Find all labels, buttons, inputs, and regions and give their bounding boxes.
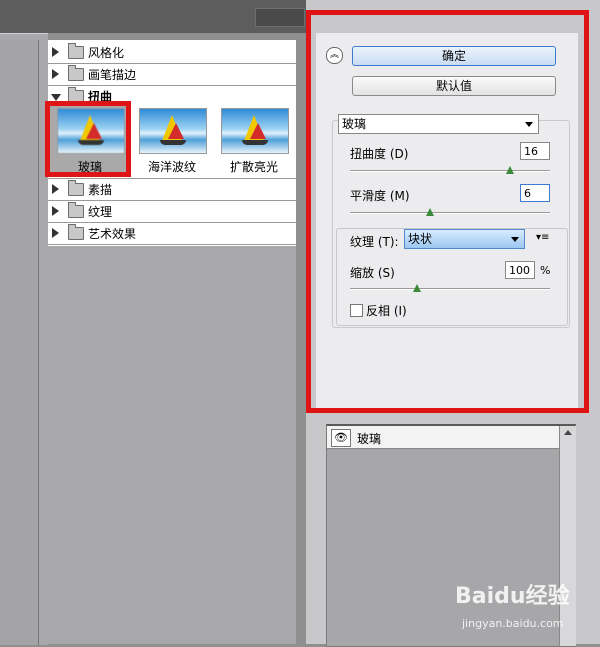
- folder-icon: [68, 202, 84, 218]
- expand-arrow-icon[interactable]: [52, 47, 59, 57]
- folder-icon: [68, 65, 84, 81]
- category-label: 纹理: [88, 205, 113, 219]
- preview-area: [0, 33, 48, 645]
- category-brush-strokes[interactable]: 画笔描边: [48, 64, 296, 86]
- expand-arrow-icon[interactable]: [52, 206, 59, 216]
- category-label: 风格化: [88, 46, 125, 60]
- thumbnail-label: 海洋波纹: [147, 160, 196, 174]
- preview-canvas: [0, 40, 39, 645]
- expand-arrow-icon[interactable]: [52, 69, 59, 79]
- category-label: 画笔描边: [88, 68, 137, 82]
- category-label: 素描: [88, 183, 113, 197]
- category-stylize[interactable]: 风格化: [48, 42, 296, 64]
- effect-layer-label: 玻璃: [357, 432, 382, 446]
- watermark-url: jingyan.baidu.com: [462, 617, 564, 630]
- category-texture[interactable]: 纹理: [48, 201, 296, 223]
- category-artistic[interactable]: 艺术效果: [48, 223, 296, 245]
- scroll-up-icon[interactable]: [564, 430, 572, 435]
- toolbar-button[interactable]: [255, 8, 305, 27]
- layers-scrollbar[interactable]: [559, 426, 576, 646]
- expand-arrow-icon[interactable]: [52, 228, 59, 238]
- category-label: 艺术效果: [88, 227, 137, 241]
- folder-icon: [68, 43, 84, 59]
- diffuse-glow-thumbnail[interactable]: [221, 108, 289, 154]
- category-sketch[interactable]: 素描: [48, 178, 296, 201]
- effect-layer-row[interactable]: 👁 玻璃: [327, 426, 559, 449]
- highlight-box: [45, 101, 131, 177]
- thumbnail-label: 扩散亮光: [229, 160, 278, 174]
- effect-layers-panel: 👁 玻璃: [326, 424, 576, 647]
- watermark-logo: Baidu经验: [455, 584, 570, 609]
- folder-icon: [68, 180, 84, 196]
- expand-arrow-icon[interactable]: [52, 184, 59, 194]
- highlight-box: [306, 10, 589, 413]
- eye-icon[interactable]: 👁: [331, 429, 351, 447]
- ocean-ripple-thumbnail[interactable]: [139, 108, 207, 154]
- collapse-arrow-icon[interactable]: [51, 94, 61, 101]
- folder-icon: [68, 224, 84, 240]
